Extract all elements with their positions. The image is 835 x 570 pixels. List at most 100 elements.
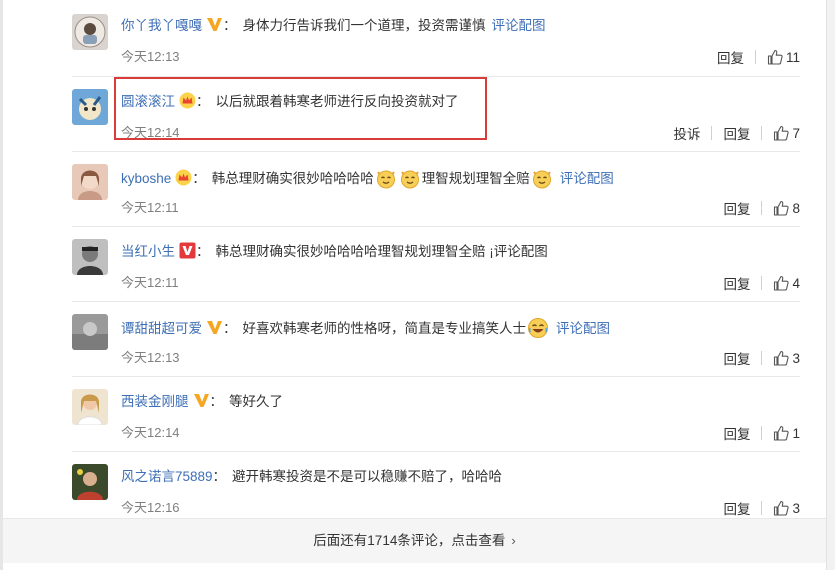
reply-button[interactable]: 回复 bbox=[717, 47, 744, 67]
cat-emoji-icon bbox=[375, 167, 397, 189]
like-count: 3 bbox=[792, 501, 800, 516]
verified-v-icon bbox=[193, 392, 210, 409]
divider bbox=[761, 351, 763, 365]
comment-item: kyboshe ： 韩总理财确实很妙哈哈哈哈 理智规划理智全赔 评论配图 今天12:11… bbox=[72, 152, 800, 227]
comment-text-line: 风之诺言75889： 避开韩寒投资是不是可以稳赚不赔了，哈哈哈 bbox=[121, 467, 502, 487]
divider bbox=[761, 501, 763, 515]
like-button[interactable]: 11 bbox=[767, 49, 800, 65]
load-more-comments[interactable]: 后面还有1714条评论，点击查看 › bbox=[3, 518, 826, 563]
divider bbox=[761, 426, 763, 440]
comment-time: 今天12:13 bbox=[121, 350, 180, 365]
like-button[interactable]: 3 bbox=[773, 500, 800, 516]
comment-actions: 回复 3 bbox=[723, 348, 800, 368]
cat-emoji-icon bbox=[531, 167, 553, 189]
comment-item: 当红小生：韩总理财确实很妙哈哈哈哈理智规划理智全赔 ¡评论配图 今天12:11 … bbox=[72, 227, 800, 302]
comment-content: 韩总理财确实很妙哈哈哈哈理智规划理智全赔 ¡评论配图 bbox=[215, 244, 548, 259]
comment-text-line: 谭甜甜超可爱 ： 好喜欢韩寒老师的性格呀，简直是专业搞笑人士 评论配图 bbox=[121, 317, 610, 339]
like-button[interactable]: 1 bbox=[773, 425, 800, 441]
username-link[interactable]: 西装金刚腿 bbox=[121, 394, 189, 409]
comment-text-line: kyboshe ： 韩总理财确实很妙哈哈哈哈 理智规划理智全赔 评论配图 bbox=[121, 167, 614, 189]
comment-text-line: 你丫我丫嘎嘎 ： 身体力行告诉我们一个道理，投资需谨慎 评论配图 bbox=[121, 16, 546, 36]
like-button[interactable]: 8 bbox=[773, 200, 800, 216]
thumbs-up-icon bbox=[774, 500, 790, 516]
thumbs-up-icon bbox=[774, 350, 790, 366]
thumbs-up-icon bbox=[774, 275, 790, 291]
divider bbox=[761, 126, 763, 140]
comment-content: 等好久了 bbox=[229, 394, 283, 409]
comment-time: 今天12:11 bbox=[121, 275, 179, 290]
colon: ： bbox=[196, 244, 210, 259]
cat-emoji-icon bbox=[399, 167, 421, 189]
reply-button[interactable]: 回复 bbox=[723, 498, 750, 518]
comment-item: 风之诺言75889： 避开韩寒投资是不是可以稳赚不赔了，哈哈哈 今天12:16 回… bbox=[72, 452, 800, 526]
like-button[interactable]: 4 bbox=[773, 275, 800, 291]
reply-button[interactable]: 回复 bbox=[723, 273, 750, 293]
thumbs-up-icon bbox=[774, 425, 790, 441]
comment-content: 韩总理财确实很妙哈哈哈哈 bbox=[211, 171, 374, 186]
left-frame-edge bbox=[0, 0, 3, 570]
like-count: 1 bbox=[792, 426, 800, 441]
laughing-tears-emoji-icon bbox=[527, 317, 549, 339]
comment-time: 今天12:13 bbox=[121, 49, 180, 64]
comment-content: 好喜欢韩寒老师的性格呀，简直是专业搞笑人士 bbox=[242, 321, 527, 336]
comment-time: 今天12:11 bbox=[121, 200, 179, 215]
avatar[interactable] bbox=[72, 164, 108, 200]
comment-actions: 回复 11 bbox=[717, 47, 800, 67]
comment-time: 今天12:16 bbox=[121, 500, 180, 515]
colon: ： bbox=[192, 171, 206, 186]
comment-actions: 回复 1 bbox=[723, 423, 800, 443]
comment-actions: 回复 8 bbox=[723, 198, 800, 218]
comment-time: 今天12:14 bbox=[121, 425, 180, 440]
comment-content: 身体力行告诉我们一个道理，投资需谨慎 bbox=[242, 18, 486, 33]
like-button[interactable]: 7 bbox=[773, 125, 800, 141]
avatar[interactable] bbox=[72, 389, 108, 425]
comment-actions: 投诉 回复 7 bbox=[673, 123, 800, 143]
colon: ： bbox=[223, 18, 237, 33]
comment-content: 避开韩寒投资是不是可以稳赚不赔了，哈哈哈 bbox=[232, 469, 503, 484]
divider bbox=[754, 50, 756, 64]
verified-red-v-icon bbox=[179, 242, 196, 259]
report-button[interactable]: 投诉 bbox=[673, 123, 700, 143]
reply-button[interactable]: 回复 bbox=[723, 123, 750, 143]
username-link[interactable]: 风之诺言75889 bbox=[121, 469, 213, 484]
avatar[interactable] bbox=[72, 89, 108, 125]
avatar[interactable] bbox=[72, 239, 108, 275]
username-link[interactable]: 当红小生 bbox=[121, 244, 175, 259]
thumbs-up-icon bbox=[774, 200, 790, 216]
username-link[interactable]: kyboshe bbox=[121, 171, 171, 186]
view-image-link[interactable]: 评论配图 bbox=[556, 321, 610, 336]
reply-button[interactable]: 回复 bbox=[723, 423, 750, 443]
comment-item: 你丫我丫嘎嘎 ： 身体力行告诉我们一个道理，投资需谨慎 评论配图 今天12:13 回复… bbox=[72, 0, 800, 77]
reply-button[interactable]: 回复 bbox=[723, 198, 750, 218]
colon: ： bbox=[212, 469, 227, 484]
divider bbox=[761, 201, 763, 215]
comment-text-line: 西装金刚腿 ： 等好久了 bbox=[121, 392, 283, 412]
avatar[interactable] bbox=[72, 314, 108, 350]
colon: ： bbox=[209, 394, 224, 409]
verified-v-icon bbox=[206, 16, 223, 33]
like-button[interactable]: 3 bbox=[773, 350, 800, 366]
divider bbox=[711, 126, 713, 140]
view-image-link[interactable]: 评论配图 bbox=[492, 18, 546, 33]
divider bbox=[761, 276, 763, 290]
like-count: 3 bbox=[792, 351, 800, 366]
thumbs-up-icon bbox=[767, 49, 783, 65]
reply-button[interactable]: 回复 bbox=[723, 348, 750, 368]
avatar[interactable] bbox=[72, 464, 108, 500]
comment-content-continued: 理智规划理智全赔 bbox=[421, 171, 530, 186]
comment-actions: 回复 4 bbox=[723, 273, 800, 293]
like-count: 11 bbox=[785, 50, 800, 65]
scrollbar[interactable] bbox=[826, 0, 835, 570]
crown-badge-icon bbox=[175, 169, 192, 186]
comment-item: 西装金刚腿 ： 等好久了 今天12:14 回复 1 bbox=[72, 377, 800, 452]
username-link[interactable]: 你丫我丫嘎嘎 bbox=[121, 18, 202, 33]
colon: ： bbox=[223, 321, 237, 336]
username-link[interactable]: 谭甜甜超可爱 bbox=[121, 321, 202, 336]
avatar[interactable] bbox=[72, 14, 108, 50]
load-more-label: 后面还有1714条评论，点击查看 bbox=[313, 533, 506, 548]
chevron-right-icon: › bbox=[511, 533, 516, 548]
comment-text-line: 当红小生 ： 韩总理财确实很妙哈哈哈哈理智规划理智全赔 ¡评论配图 bbox=[121, 242, 548, 262]
view-image-link[interactable]: 评论配图 bbox=[560, 171, 614, 186]
like-count: 4 bbox=[792, 276, 800, 291]
thumbs-up-icon bbox=[774, 125, 790, 141]
